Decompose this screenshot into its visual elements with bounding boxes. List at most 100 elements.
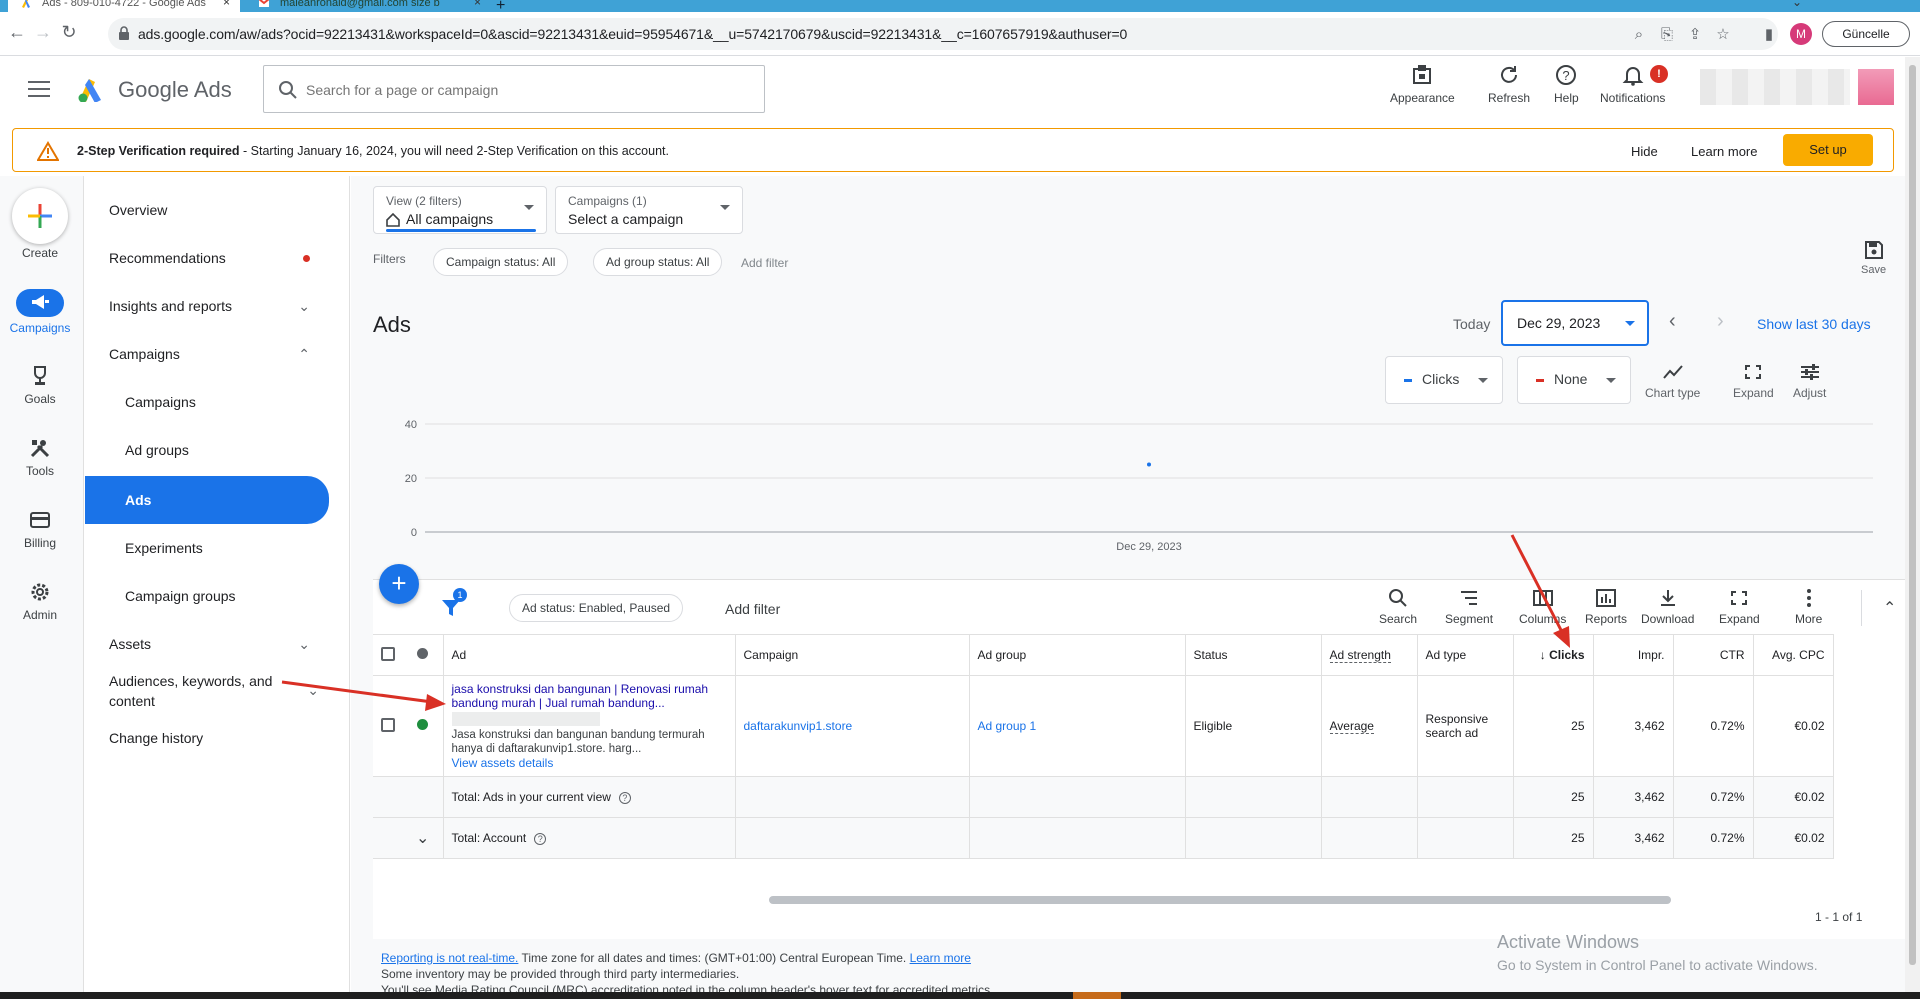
chart-type-button[interactable]: Chart type [1645,362,1700,400]
search-input[interactable] [306,78,746,102]
zoom-icon[interactable]: ⌕ [1630,26,1648,44]
table-add-filter[interactable]: Add filter [725,601,780,617]
rail-item-campaigns[interactable]: Campaigns [0,289,80,335]
view-dropdown[interactable]: View (2 filters) All campaigns [373,186,547,234]
footer-learn-more-link[interactable]: Learn more [910,951,971,965]
tab-search-icon[interactable]: ⌄ [1792,0,1802,9]
taskbar-app-icon[interactable] [1073,992,1121,999]
help-icon[interactable]: ? [618,792,631,804]
table-row[interactable]: jasa konstruksi dan bangunan | Renovasi … [373,675,1834,777]
nav-item-audiences[interactable]: Audiences, keywords, and content ⌄ [85,668,319,712]
bookmark-star-icon[interactable]: ☆ [1714,26,1732,44]
side-panel-icon[interactable]: ▮ [1760,26,1778,44]
table-more-button[interactable]: More [1795,588,1822,626]
reporting-link[interactable]: Reporting is not real-time. [381,951,518,965]
table-search-button[interactable]: Search [1379,588,1417,626]
back-icon[interactable]: ← [6,21,28,43]
expand-total-chevron-down-icon[interactable]: ⌄ [403,817,444,859]
nav-item-recommendations[interactable]: Recommendations [85,236,330,280]
nav-item-campaigns[interactable]: Campaigns [85,380,330,424]
filter-chip-campaign-status[interactable]: Campaign status: All [433,248,569,276]
table-reports-button[interactable]: Reports [1585,588,1627,626]
account-info-redacted[interactable] [1700,69,1850,105]
enabled-status-icon[interactable] [417,719,429,730]
rail-item-tools[interactable]: Tools [0,436,80,478]
scrollbar-thumb[interactable] [1909,65,1916,965]
hide-button[interactable]: Hide [1631,144,1658,159]
add-ad-button[interactable]: + [379,564,419,604]
show-last-30-days-link[interactable]: Show last 30 days [1757,316,1871,332]
nav-item-campaign-groups[interactable]: Campaign groups [85,574,330,618]
table-download-button[interactable]: Download [1641,588,1694,626]
table-segment-button[interactable]: Segment [1445,588,1493,626]
column-header-avg-cpc[interactable]: Avg. CPC [1753,634,1834,676]
column-header-ad[interactable]: Ad [443,634,736,676]
appearance-button[interactable]: Appearance [1390,63,1455,105]
horizontal-scrollbar[interactable] [769,896,1671,904]
notifications-button[interactable]: Notifications ! [1600,63,1668,105]
create-button[interactable] [12,188,68,244]
page-scrollbar[interactable] [1905,57,1920,992]
ad-group-link[interactable]: Ad group 1 [969,675,1186,777]
save-button[interactable]: Save [1861,240,1886,276]
view-assets-link[interactable]: View assets details [452,756,727,770]
learn-more-button[interactable]: Learn more [1691,144,1757,159]
previous-period-icon[interactable]: ‹ [1669,310,1676,333]
row-checkbox[interactable] [381,717,395,732]
rail-item-billing[interactable]: Billing [0,508,80,550]
next-period-icon[interactable]: › [1717,310,1724,333]
filter-chip-ad-group-status[interactable]: Ad group status: All [593,248,723,276]
close-tab-icon[interactable]: × [223,0,230,8]
nav-item-campaigns-group[interactable]: Campaigns ⌃ [85,332,330,376]
search-box[interactable] [263,65,765,113]
refresh-button[interactable]: Refresh [1488,63,1530,105]
campaign-link[interactable]: daftarakunvip1.store [735,675,970,777]
ad-strength-cell[interactable]: Average [1321,675,1418,777]
column-header-status[interactable]: Status [1185,634,1322,676]
nav-item-ad-groups[interactable]: Ad groups [85,428,330,472]
nav-item-overview[interactable]: Overview [85,188,330,232]
close-tab-icon[interactable]: × [474,0,481,8]
nav-item-insights[interactable]: Insights and reports ⌄ [85,284,330,328]
new-tab-icon[interactable]: + [496,0,505,12]
browser-tab-active[interactable]: Ads - 809-010-4722 - Google Ads × [8,0,240,12]
nav-item-experiments[interactable]: Experiments [85,526,330,570]
date-range-dropdown[interactable]: Dec 29, 2023 [1501,300,1649,346]
profile-avatar[interactable]: M [1790,23,1812,45]
menu-icon[interactable] [28,81,50,97]
chart-expand-button[interactable]: Expand [1733,362,1774,400]
column-header-ad-type[interactable]: Ad type [1417,634,1514,676]
table-expand-button[interactable]: Expand [1719,588,1760,626]
address-bar[interactable]: ads.google.com/aw/ads?ocid=92213431&work… [108,18,1778,50]
nav-item-ads[interactable]: Ads [85,476,329,524]
column-header-clicks[interactable]: ↓ Clicks [1513,634,1594,676]
select-all-checkbox[interactable] [381,646,395,661]
rail-item-admin[interactable]: Admin [0,580,80,622]
column-header-impr[interactable]: Impr. [1593,634,1674,676]
update-button[interactable]: Güncelle [1822,21,1910,47]
forward-icon[interactable]: → [32,21,54,43]
nav-item-change-history[interactable]: Change history [85,716,330,760]
column-header-ad-group[interactable]: Ad group [969,634,1186,676]
translate-icon[interactable]: ⎘ [1658,26,1676,44]
filter-chip-ad-status[interactable]: Ad status: Enabled, Paused [509,594,684,622]
left-rail: Create Campaigns Goals Tools Billing Adm… [0,176,84,999]
chart-adjust-button[interactable]: Adjust [1793,362,1826,400]
column-header-ad-strength[interactable]: Ad strength [1321,634,1418,676]
reload-icon[interactable]: ↻ [58,21,80,43]
share-icon[interactable]: ⇪ [1686,26,1704,44]
help-button[interactable]: ? Help [1554,63,1579,105]
browser-tab[interactable]: maleanronald@gmail.com size b × [246,0,491,12]
help-icon[interactable]: ? [534,833,547,845]
table-columns-button[interactable]: Columns [1519,588,1566,626]
campaign-dropdown[interactable]: Campaigns (1) Select a campaign [555,186,743,234]
setup-button[interactable]: Set up [1783,134,1873,166]
account-avatar[interactable] [1858,69,1894,105]
add-filter-link[interactable]: Add filter [741,256,788,270]
ad-headline-link[interactable]: jasa konstruksi dan bangunan | Renovasi … [452,682,727,710]
column-header-campaign[interactable]: Campaign [735,634,970,676]
column-header-ctr[interactable]: CTR [1673,634,1754,676]
rail-item-goals[interactable]: Goals [0,364,80,406]
chevron-up-icon[interactable]: ⌃ [1883,598,1896,618]
nav-item-assets[interactable]: Assets ⌄ [85,622,330,666]
